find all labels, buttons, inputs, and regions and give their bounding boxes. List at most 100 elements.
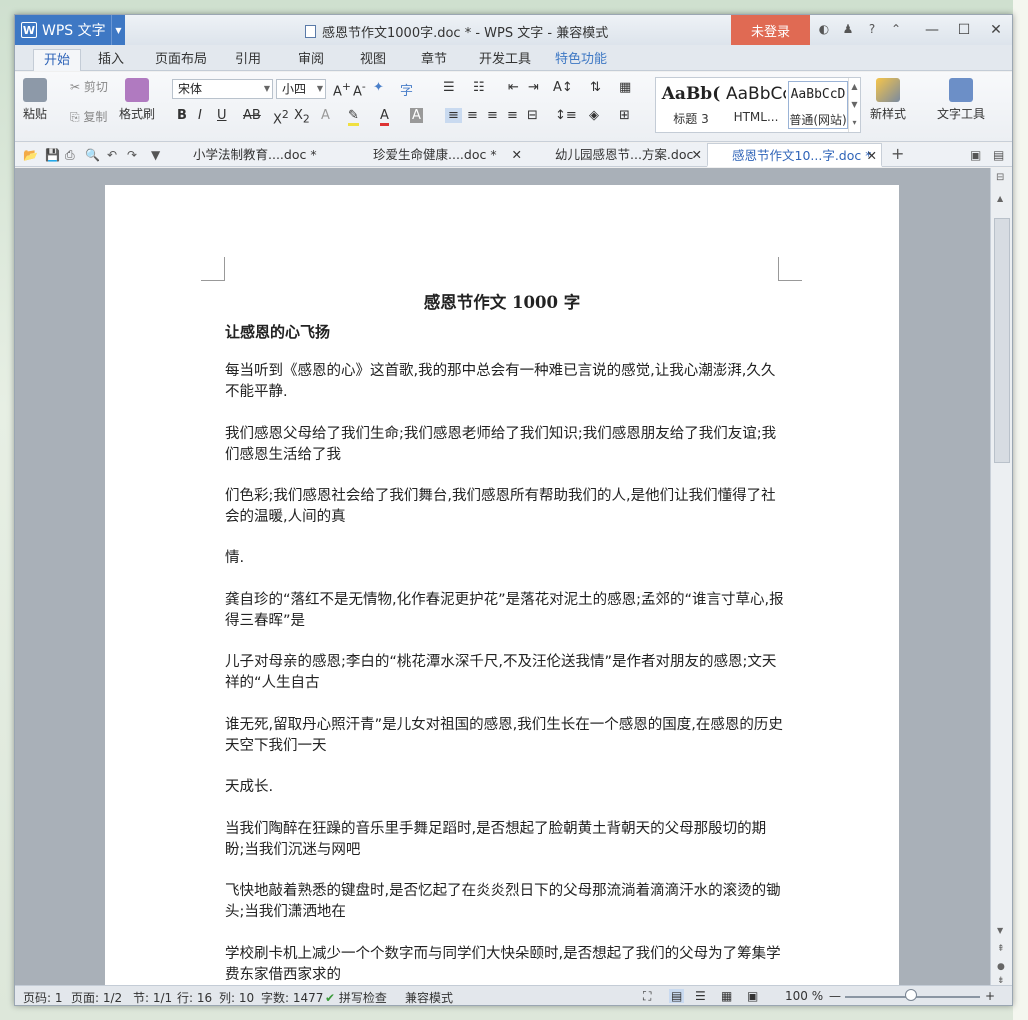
document-page[interactable]: 感恩节作文 1000 字 让感恩的心飞扬 每当听到《感恩的心》这首歌,我的那中总…: [105, 185, 899, 1005]
shading-icon[interactable]: ◈: [589, 108, 599, 123]
scrollbar-thumb[interactable]: [994, 218, 1010, 463]
tab-menu-icon[interactable]: ▤: [993, 148, 1004, 162]
print-preview-icon[interactable]: 🔍: [85, 148, 100, 162]
borders-icon[interactable]: ⊞: [619, 108, 630, 123]
strikethrough-icon[interactable]: AB: [243, 108, 261, 123]
new-style-button[interactable]: 新样式: [870, 78, 906, 122]
select-browse-icon[interactable]: ●: [997, 962, 1005, 972]
minimize-icon[interactable]: —: [916, 15, 948, 45]
margin-corner: [201, 257, 225, 281]
text-effect-icon[interactable]: A: [321, 108, 330, 123]
style-normal-web[interactable]: AaBbCcD 普通(网站): [788, 81, 848, 129]
tab-references[interactable]: 引用: [225, 49, 271, 71]
tab-chapter[interactable]: 章节: [411, 49, 457, 71]
font-name-select[interactable]: 宋体 ▼: [172, 79, 273, 99]
tab-developer[interactable]: 开发工具: [469, 49, 541, 71]
char-shading-icon[interactable]: A: [410, 108, 423, 123]
zoom-level[interactable]: 100 %: [785, 989, 823, 1003]
format-painter-button[interactable]: 格式刷: [119, 78, 155, 122]
style-heading3[interactable]: AaBb( 标题 3: [660, 81, 722, 127]
redo-icon[interactable]: ↷: [127, 148, 137, 162]
spell-check[interactable]: ✔ 拼写检查: [325, 989, 387, 1005]
outline-view-icon[interactable]: ☰: [695, 989, 706, 1003]
highlight-icon[interactable]: ✎: [348, 108, 359, 126]
page-view-icon[interactable]: ▤: [669, 989, 685, 1003]
phonetic-icon[interactable]: 字: [400, 80, 413, 99]
compat-mode: 兼容模式: [405, 991, 454, 1005]
tab-home[interactable]: 开始: [33, 49, 82, 71]
shrink-font-icon[interactable]: A-: [353, 80, 366, 99]
quick-access-dropdown-icon[interactable]: ▼: [151, 148, 160, 162]
paste-button[interactable]: 粘贴: [23, 78, 47, 122]
superscript-icon[interactable]: X2: [273, 108, 289, 127]
style-gallery-scroll[interactable]: ▲ ▼ ▾: [848, 78, 860, 132]
distributed-icon[interactable]: ⊟: [527, 108, 538, 123]
print-icon[interactable]: ⎙: [65, 148, 75, 163]
increase-indent-icon[interactable]: ⇥: [528, 80, 539, 95]
close-tab-icon[interactable]: ✕: [692, 143, 702, 167]
zoom-out-icon[interactable]: —: [829, 989, 841, 1003]
font-color-icon[interactable]: A: [380, 108, 389, 126]
collapse-ribbon-icon[interactable]: ⌃: [887, 20, 905, 38]
word-count[interactable]: 字数: 1477: [261, 989, 323, 1005]
doc-tab[interactable]: 小学法制教育....doc *: [173, 143, 348, 167]
undo-icon[interactable]: ↶: [107, 148, 117, 162]
bullet-list-icon[interactable]: ☰: [443, 80, 455, 95]
web-view-icon[interactable]: ▦: [721, 989, 732, 1003]
tab-insert[interactable]: 插入: [88, 49, 134, 71]
line-spacing-icon[interactable]: ↕≡: [555, 108, 577, 123]
help-icon[interactable]: ?: [863, 20, 881, 38]
split-view-icon[interactable]: ⊟: [996, 172, 1004, 183]
decrease-indent-icon[interactable]: ⇤: [508, 80, 519, 95]
grow-font-icon[interactable]: A+: [333, 80, 351, 99]
maximize-icon[interactable]: ☐: [948, 15, 980, 45]
align-center-icon[interactable]: ≡: [467, 108, 478, 123]
tab-list-icon[interactable]: ▣: [970, 148, 981, 162]
font-size-select[interactable]: 小四 ▼: [276, 79, 326, 99]
scroll-up-icon[interactable]: ▲: [997, 194, 1003, 203]
scroll-down-icon[interactable]: ▼: [997, 926, 1003, 935]
reading-view-icon[interactable]: ▣: [747, 989, 758, 1003]
numbered-list-icon[interactable]: ☷: [473, 80, 485, 95]
doc-tab[interactable]: 幼儿园感恩节...方案.doc ✕: [529, 143, 704, 167]
open-icon[interactable]: 📂: [23, 148, 38, 162]
justify-icon[interactable]: ≡: [507, 108, 518, 123]
skin-icon[interactable]: ◐: [815, 20, 833, 38]
style-label: 普通(网站): [789, 113, 847, 127]
style-html[interactable]: AaBbCc HTML...: [726, 81, 786, 124]
fullscreen-icon[interactable]: ⛶: [643, 989, 651, 1004]
doc-tab-active[interactable]: 感恩节作文10...字.doc * ✕: [707, 143, 882, 167]
sort-icon[interactable]: ⇅: [590, 80, 601, 95]
app-menu-button[interactable]: W WPS 文字 ▼: [15, 15, 125, 45]
underline-icon[interactable]: U: [217, 108, 227, 123]
vertical-scrollbar[interactable]: ⊟ ▲ ▼ ⇞ ● ⇟: [990, 168, 1012, 986]
text-tools-button[interactable]: 文字工具: [937, 78, 985, 122]
tab-review[interactable]: 审阅: [288, 49, 334, 71]
italic-icon[interactable]: I: [198, 108, 202, 123]
text-direction-icon[interactable]: A↕: [553, 80, 573, 95]
align-right-icon[interactable]: ≡: [487, 108, 498, 123]
save-icon[interactable]: 💾: [45, 148, 60, 162]
subscript-icon[interactable]: X2: [294, 108, 310, 126]
close-icon[interactable]: ✕: [980, 15, 1012, 45]
zoom-in-icon[interactable]: +: [985, 989, 995, 1003]
clear-format-icon[interactable]: ✦: [373, 80, 384, 95]
copy-button[interactable]: ⎘ 复制: [70, 108, 107, 125]
new-tab-icon[interactable]: +: [891, 144, 904, 163]
tab-view[interactable]: 视图: [350, 49, 396, 71]
close-tab-icon[interactable]: ✕: [867, 144, 877, 168]
style-preview: AaBb(: [661, 84, 721, 104]
shirt-icon[interactable]: ♟: [839, 20, 857, 38]
zoom-slider-knob[interactable]: [905, 989, 917, 1001]
align-left-icon[interactable]: ≡: [445, 108, 462, 123]
close-tab-icon[interactable]: ✕: [512, 143, 522, 167]
table-icon[interactable]: ▦: [619, 80, 631, 95]
prev-page-icon[interactable]: ⇞: [997, 944, 1005, 954]
login-button[interactable]: 未登录: [731, 15, 810, 45]
bold-icon[interactable]: B: [177, 108, 187, 123]
tab-special-features[interactable]: 特色功能: [545, 49, 617, 71]
chevron-down-icon[interactable]: ▼: [111, 15, 125, 45]
doc-tab[interactable]: 珍爱生命健康....doc * ✕: [351, 143, 526, 167]
tab-page-layout[interactable]: 页面布局: [145, 49, 217, 71]
cut-button[interactable]: ✂ 剪切: [70, 78, 108, 95]
